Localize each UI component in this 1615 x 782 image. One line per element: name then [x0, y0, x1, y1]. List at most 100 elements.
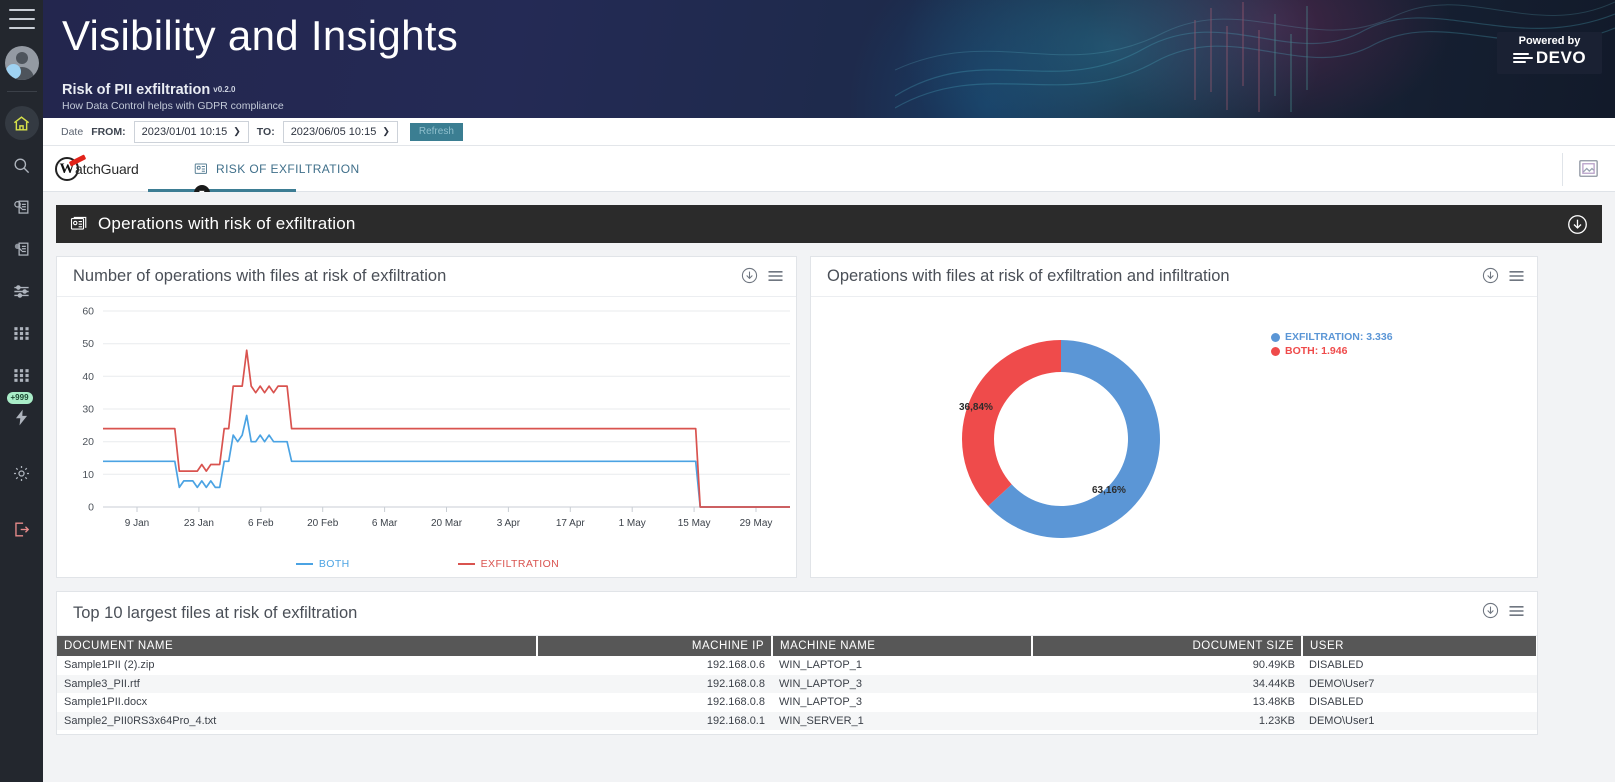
download-icon	[741, 267, 758, 284]
tab-risk-of-exfiltration[interactable]: RISK OF EXFILTRATION ▼	[148, 147, 360, 201]
table-row[interactable]: Sample2_PII0RS3x64Pro_4.txt 192.168.0.1 WI…	[57, 711, 1537, 730]
sidebar-item-settings-sliders[interactable]	[5, 274, 39, 308]
donut-chart-menu-button[interactable]	[1508, 269, 1525, 283]
table-download-button[interactable]	[1482, 602, 1499, 619]
sidebar-item-home[interactable]	[4, 106, 39, 140]
table-cell: Sample1PII.docx	[64, 696, 148, 709]
table-cell: DISABLED	[1309, 659, 1364, 672]
sidebar-item-alerts[interactable]: +999	[5, 392, 39, 434]
table-cell: 192.168.0.8	[706, 696, 765, 709]
logout-icon	[15, 521, 30, 537]
image-export-button[interactable]	[1575, 155, 1601, 181]
date-label: Date	[61, 125, 84, 138]
table-cell: 1.23KB	[1258, 714, 1295, 727]
table-cell: WIN_LAPTOP_1	[772, 730, 1032, 734]
svg-text:6 Feb: 6 Feb	[248, 518, 274, 529]
table-cell: WIN_LAPTOP_3	[779, 677, 862, 690]
table-row[interactable]: Sample3_PII.rtf 192.168.0.8 WIN_LAPTOP_3 34…	[57, 674, 1537, 693]
table-row[interactable]: Sample2_PII.rtf192.168.0.6WIN_LAPTOP_10.…	[57, 730, 1537, 734]
svg-text:20: 20	[82, 436, 94, 448]
legend-item-both[interactable]: BOTH	[295, 558, 350, 570]
svg-text:0: 0	[88, 502, 94, 514]
table-scroll-region[interactable]: DOCUMENT NAME MACHINE IP MACHINE NAME DOCUM…	[57, 636, 1537, 734]
line-chart-card: Number of operations with files at risk …	[56, 256, 797, 578]
svg-text:29 May: 29 May	[740, 518, 773, 529]
devo-bars-icon	[1512, 52, 1533, 63]
svg-text:40: 40	[82, 371, 94, 383]
date-filter-bar: Date FROM: 2023/01/01 10:15 ❯ TO: 2023/0…	[43, 118, 1615, 146]
section-header: Operations with risk of exfiltration	[56, 205, 1602, 243]
table-cell: 192.168.0.8	[706, 677, 765, 690]
table-column-header[interactable]: MACHINE NAME	[772, 636, 1033, 656]
charts-row: Number of operations with files at risk …	[56, 256, 1602, 578]
left-nav-rail: +999	[0, 0, 43, 782]
sliders-icon	[14, 284, 29, 298]
top-files-table: DOCUMENT NAME MACHINE IP MACHINE NAME DOCUM…	[57, 636, 1537, 734]
hamburger-menu-icon[interactable]	[8, 9, 35, 29]
table-cell: 0.0	[1032, 730, 1302, 734]
table-cell: 192.168.0.6	[537, 730, 772, 734]
report-icon	[194, 163, 207, 174]
date-from-select[interactable]: 2023/01/01 10:15 ❯	[133, 120, 249, 143]
legend-swatch	[1271, 332, 1280, 342]
table-cell: WIN_SERVER_1	[779, 714, 864, 727]
sidebar-item-logout[interactable]	[5, 512, 39, 546]
table-column-header[interactable]: DOCUMENT SIZE	[1032, 636, 1303, 656]
table-column-header[interactable]: MACHINE IP	[537, 636, 773, 656]
sidebar-item-data-search[interactable]	[5, 190, 39, 224]
donut-chart-download-button[interactable]	[1482, 267, 1499, 284]
svg-text:60: 60	[82, 306, 94, 318]
legend-item-exfiltration[interactable]: EXFILTRATION: 3.336	[1271, 331, 1393, 343]
table-column-header[interactable]: USER	[1302, 636, 1537, 656]
data-search-alt-icon	[14, 242, 29, 256]
svg-text:17 Apr: 17 Apr	[556, 518, 586, 529]
sidebar-item-administration[interactable]	[5, 456, 39, 490]
donut-chart-title: Operations with files at risk of exfiltr…	[827, 267, 1230, 285]
legend-swatch	[457, 563, 475, 565]
line-chart-title: Number of operations with files at risk …	[73, 267, 447, 285]
donut-percent-both: 36,84%	[959, 402, 993, 413]
section-download-button[interactable]	[1567, 214, 1588, 240]
line-chart-header: Number of operations with files at risk …	[57, 257, 796, 297]
legend-item-both[interactable]: BOTH: 1.946	[1271, 345, 1393, 357]
download-icon	[1482, 602, 1499, 619]
svg-text:50: 50	[82, 338, 94, 350]
devo-wordmark: DEVO	[1535, 48, 1587, 67]
svg-text:20 Mar: 20 Mar	[431, 518, 463, 529]
table-row[interactable]: Sample1PII.docx 192.168.0.8 WIN_LAPTOP_3 13…	[57, 693, 1537, 712]
donut-chart-header: Operations with files at risk of exfiltr…	[811, 257, 1537, 297]
chevron-down-icon: ❯	[382, 126, 390, 136]
table-cell: Sample3_PII.rtf	[64, 677, 140, 690]
table-title: Top 10 largest files at risk of exfiltra…	[73, 604, 358, 622]
legend-item-exfiltration[interactable]: EXFILTRATION	[457, 558, 560, 570]
chevron-down-icon: ❯	[233, 126, 241, 136]
line-chart-legend: BOTH EXFILTRATION	[57, 558, 798, 570]
legend-label: EXFILTRATION: 3.336	[1285, 331, 1393, 343]
powered-by-devo-logo: Powered by DEVO	[1497, 32, 1602, 74]
refresh-button[interactable]: Refresh	[409, 122, 463, 141]
avatar[interactable]	[4, 46, 39, 80]
table-menu-button[interactable]	[1508, 604, 1525, 618]
sidebar-item-applications-alt[interactable]	[5, 358, 39, 392]
donut-percent-exfiltration: 63,16%	[1092, 485, 1126, 496]
download-icon	[1482, 267, 1499, 284]
sidebar-item-search[interactable]	[5, 148, 39, 182]
alerts-badge: +999	[6, 392, 33, 405]
line-chart-menu-button[interactable]	[767, 269, 784, 283]
dashboard-version: v0.2.0	[213, 85, 236, 94]
date-to-select[interactable]: 2023/06/05 10:15 ❯	[282, 120, 398, 143]
data-search-icon	[14, 200, 29, 214]
hamburger-menu-icon	[1509, 605, 1524, 616]
line-chart-download-button[interactable]	[741, 267, 758, 284]
sidebar-item-applications[interactable]	[5, 316, 39, 350]
table-column-header[interactable]: DOCUMENT NAME	[57, 636, 538, 656]
avatar-status-dot	[5, 64, 21, 79]
svg-text:1 May: 1 May	[619, 518, 646, 529]
hamburger-menu-icon	[1509, 270, 1524, 281]
table-cell: 192.168.0.1	[706, 714, 765, 727]
table-row[interactable]: Sample1PII (2).zip 192.168.0.6 WIN_LAPTOP_…	[57, 656, 1537, 675]
tab-label: RISK OF EXFILTRATION	[216, 162, 360, 176]
image-icon	[1578, 159, 1598, 177]
dashboard-content: Operations with risk of exfiltration Num…	[43, 192, 1615, 782]
sidebar-item-data-search-alt[interactable]	[5, 232, 39, 266]
